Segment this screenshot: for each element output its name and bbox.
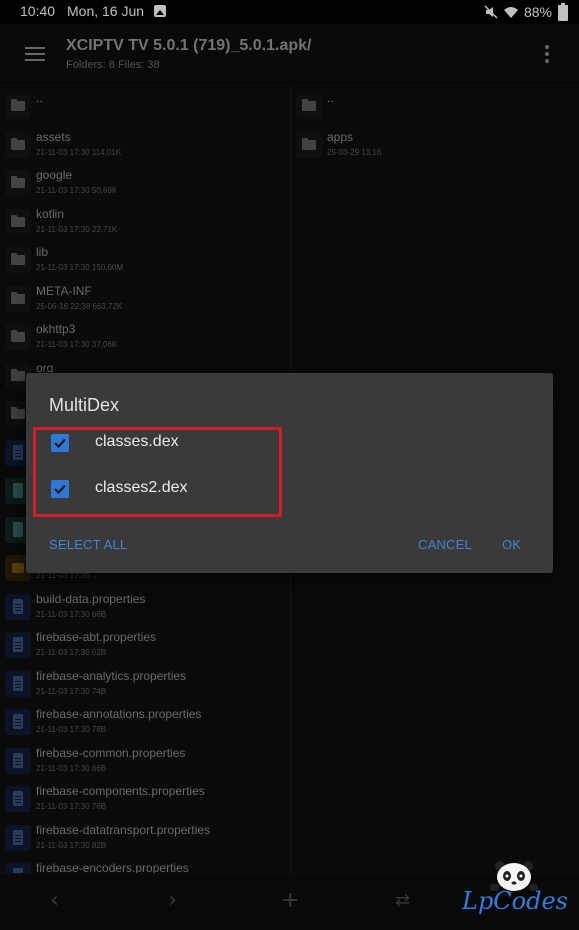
lpcodes-watermark: LpCodes <box>462 887 568 915</box>
ok-button[interactable]: OK <box>502 537 521 552</box>
select-all-button[interactable]: SELECT ALL <box>49 537 127 552</box>
dialog-title: MultiDex <box>49 395 120 415</box>
cancel-button[interactable]: CANCEL <box>418 537 472 552</box>
multidex-dialog: MultiDex classes.dex classes2.dex SELECT… <box>26 373 553 573</box>
highlight-box <box>33 427 282 517</box>
